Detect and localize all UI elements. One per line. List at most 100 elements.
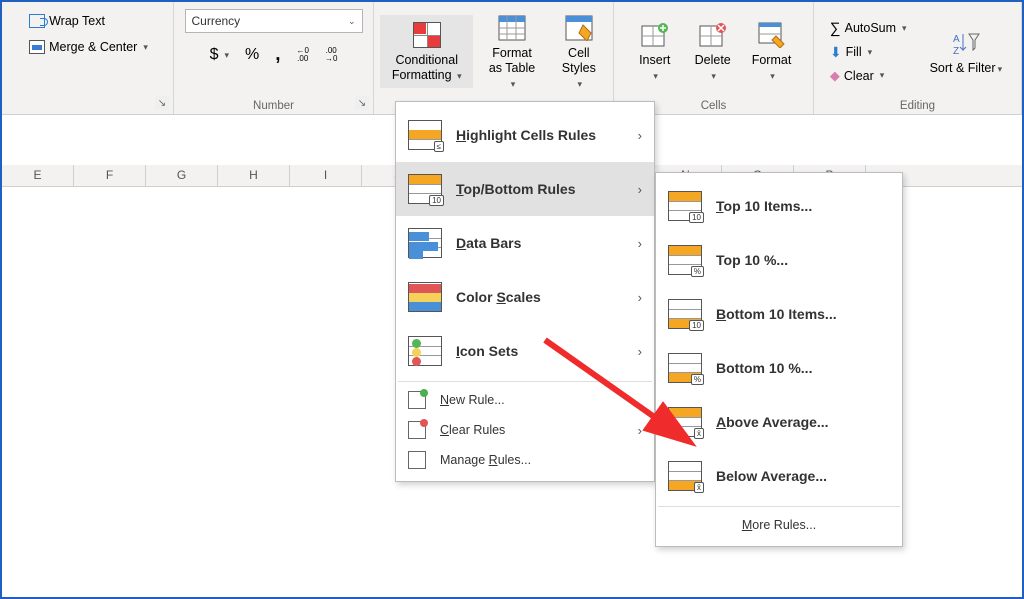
menu-item-icon: 10 [408,174,442,204]
conditional-formatting-icon [412,20,442,50]
number-format-dropdown[interactable]: Currency ⌄ [185,9,363,33]
menu-item-label: Highlight Cells Rules [456,127,596,143]
submenu-item-label: Above Average... [716,414,829,430]
clear-button[interactable]: ◆ Clear ▾ [824,65,913,87]
menu-item-icon [408,336,442,366]
submenu-item-top-items-[interactable]: 10Top 10 Items... [656,179,902,233]
submenu-item-bottom-items-[interactable]: 10Bottom 10 Items... [656,287,902,341]
submenu-item-icon: x̄ [668,461,702,491]
menu-item-highlight-cells-rules[interactable]: ≤Highlight Cells Rules› [396,108,654,162]
sort-filter-icon: AZ [951,28,981,58]
submenu-more-rules[interactable]: More Rules... [656,510,902,540]
menu-item-label: Icon Sets [456,343,518,359]
menu-item-icon [408,391,426,409]
menu-item-clear-rules[interactable]: Clear Rules › [396,415,654,445]
submenu-item-below-average-[interactable]: x̄Below Average... [656,449,902,503]
chevron-down-icon: ▾ [653,71,658,81]
column-header[interactable]: G [146,165,218,186]
chevron-down-icon: ▾ [868,47,873,58]
styles-group: Conditional Formatting ▾ Format as Table… [374,2,614,114]
svg-text:Z: Z [953,46,959,56]
chevron-right-icon: › [638,344,642,359]
wrap-text-button[interactable]: Wrap Text [23,11,111,31]
menu-item-label: Data Bars [456,235,521,251]
percent-format-button[interactable]: % [239,43,265,67]
autosum-button[interactable]: ∑ AutoSum ▾ [824,17,913,40]
submenu-more-label: More Rules... [742,518,816,532]
chevron-down-icon: ▾ [711,71,716,81]
format-cells-icon [757,20,787,50]
column-header[interactable]: F [74,165,146,186]
sigma-icon: ∑ [830,20,841,37]
conditional-formatting-menu: ≤ Highlight Cells Rules › 10 Top/Bottom Rule… [395,101,655,482]
menu-item-label: New Rule... [440,393,505,407]
chevron-down-icon: ▾ [224,50,229,61]
format-as-table-label: Format as Table [489,46,535,75]
chevron-down-icon: ⌄ [348,16,356,27]
top-bottom-rules-submenu: 10Top 10 Items...%Top 10 %...10Bottom 10… [655,172,903,547]
submenu-item-label: Top 10 %... [716,252,788,268]
alignment-dialog-launcher[interactable]: ↘ [155,96,169,110]
format-button[interactable]: Format▾ [743,15,801,88]
menu-item-color-scales[interactable]: Color Scales› [396,270,654,324]
menu-item-label: Top/Bottom Rules [456,181,576,197]
chevron-right-icon: › [638,423,642,438]
conditional-formatting-label: Conditional Formatting [392,53,458,82]
submenu-item-icon: x̄ [668,407,702,437]
submenu-item-icon: % [668,245,702,275]
editing-group-label: Editing [820,100,1015,112]
delete-label: Delete [695,53,731,67]
cells-format-label: Format [752,53,792,67]
menu-item-icon [408,282,442,312]
menu-item-icon: ≤ [408,120,442,150]
currency-sign: $ [210,46,219,64]
cell-styles-button[interactable]: Cell Styles ▾ [551,8,607,96]
alignment-group: Wrap Text Merge & Center ▾ ↘ [2,2,174,114]
menu-item-label: Clear Rules [440,423,505,437]
fill-button[interactable]: ⬇ Fill ▾ [824,41,913,64]
insert-label: Insert [639,53,670,67]
submenu-item-bottom-[interactable]: %Bottom 10 %... [656,341,902,395]
clear-label: Clear [844,69,874,83]
chevron-down-icon: ▾ [143,42,148,53]
menu-item-new-rule-[interactable]: New Rule... [396,385,654,415]
menu-item-icon [408,228,442,258]
menu-item-data-bars[interactable]: Data Bars› [396,216,654,270]
sort-filter-button[interactable]: AZ Sort & Filter▾ [921,23,1012,81]
number-dialog-launcher[interactable]: ↘ [355,96,369,110]
submenu-item-icon: 10 [668,191,702,221]
chevron-down-icon: ▾ [457,71,462,81]
conditional-formatting-button[interactable]: Conditional Formatting ▾ [380,15,473,88]
chevron-down-icon: ▾ [578,79,583,89]
menu-item-manage-rules-[interactable]: Manage Rules... [396,445,654,475]
submenu-item-top-[interactable]: % Top 10 %... [656,233,902,287]
column-header[interactable]: E [2,165,74,186]
delete-button[interactable]: Delete ▾ [685,15,741,88]
number-group: Currency ⌄ $▾ % , ←0.00 .00→0 Number ↘ [174,2,374,114]
column-header[interactable]: I [290,165,362,186]
sort-filter-label: Sort & Filter [930,61,996,75]
delete-cells-icon [698,20,728,50]
accounting-format-button[interactable]: $▾ [204,43,235,67]
merge-center-button[interactable]: Merge & Center ▾ [23,37,154,57]
wrap-text-icon [29,14,45,28]
chevron-down-icon: ▾ [880,70,885,81]
insert-button[interactable]: Insert ▾ [627,15,683,88]
merge-center-label: Merge & Center [49,40,137,54]
menu-item-top-bottom-rules[interactable]: 10Top/Bottom Rules› [396,162,654,216]
submenu-item-label: Bottom 10 %... [716,360,812,376]
menu-item-icon-sets[interactable]: Icon Sets › [396,324,654,378]
increase-decimal-button[interactable]: ←0.00 [291,44,315,66]
column-header[interactable]: H [218,165,290,186]
autosum-label: AutoSum [845,21,896,35]
fill-label: Fill [846,45,862,59]
menu-item-icon [408,421,426,439]
decrease-decimal-button[interactable]: .00→0 [319,44,343,66]
menu-item-icon [408,451,426,469]
cells-group: Insert▾ Delete▾ Format▾ Cells [614,2,814,114]
chevron-down-icon: ▾ [511,79,516,89]
format-as-table-button[interactable]: Format as Table ▾ [475,8,548,96]
comma-format-button[interactable]: , [269,41,286,69]
submenu-item-above-average-[interactable]: x̄ Above Average... [656,395,902,449]
chevron-right-icon: › [638,290,642,305]
